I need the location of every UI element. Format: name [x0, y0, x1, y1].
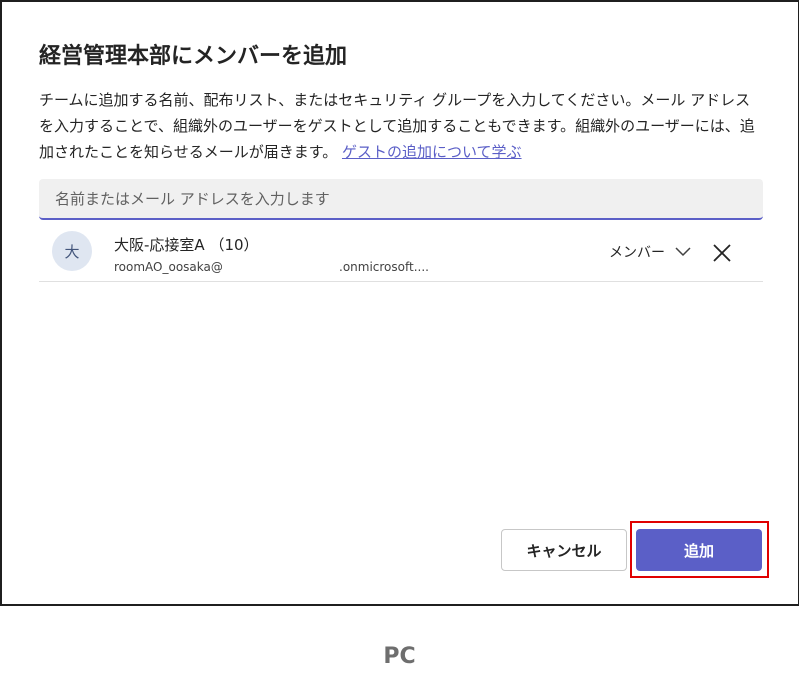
- search-input[interactable]: [53, 188, 763, 209]
- avatar: 大: [52, 231, 92, 271]
- chevron-down-icon: [675, 247, 691, 257]
- dialog-description: チームに追加する名前、配布リスト、またはセキュリティ グループを入力してください…: [39, 87, 764, 165]
- close-icon[interactable]: [711, 242, 733, 264]
- role-dropdown[interactable]: メンバー: [609, 242, 691, 262]
- member-row: 大 大阪-応接室A （10） roomAO_oosaka@ .onmicroso…: [39, 226, 763, 282]
- people-search-field[interactable]: [39, 179, 763, 220]
- role-label: メンバー: [609, 245, 665, 261]
- cancel-button[interactable]: キャンセル: [501, 529, 627, 571]
- dialog-title: 経営管理本部にメンバーを追加: [39, 44, 348, 69]
- platform-caption: PC: [383, 644, 416, 669]
- learn-guest-link[interactable]: ゲストの追加について学ぶ: [342, 143, 522, 161]
- highlight-box: [630, 521, 769, 578]
- add-member-dialog: 経営管理本部にメンバーを追加 チームに追加する名前、配布リスト、またはセキュリテ…: [0, 0, 799, 606]
- member-email: roomAO_oosaka@: [114, 260, 223, 274]
- member-name: 大阪-応接室A （10）: [114, 236, 259, 254]
- member-email-domain: .onmicrosoft....: [339, 260, 429, 274]
